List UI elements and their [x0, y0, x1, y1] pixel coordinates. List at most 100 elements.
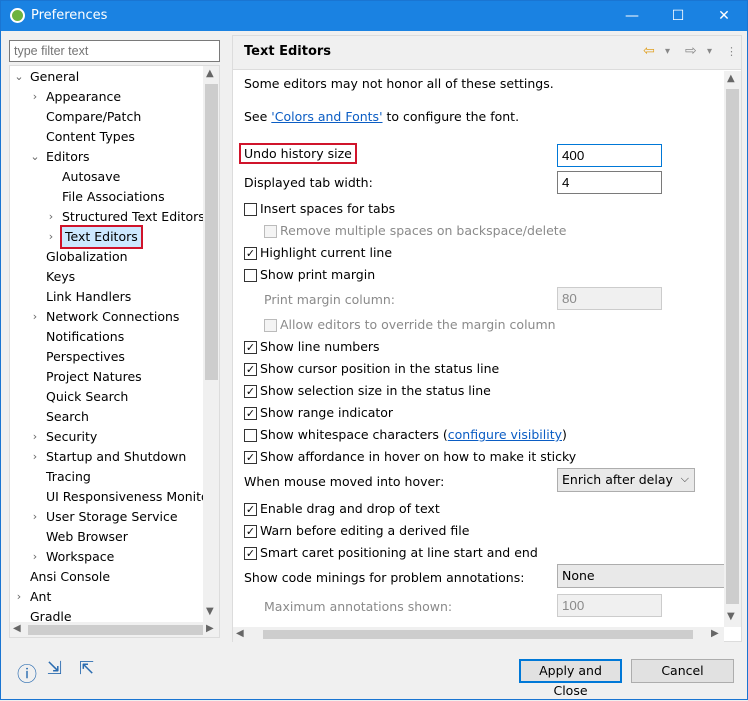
warn-derived-checkbox[interactable]: ✓: [244, 525, 257, 538]
expand-arrow-icon[interactable]: [30, 407, 40, 427]
show-print-margin-checkbox[interactable]: [244, 269, 257, 282]
tree-item[interactable]: Notifications: [10, 327, 202, 347]
colors-fonts-link[interactable]: 'Colors and Fonts': [271, 109, 382, 124]
page-scroll-down-icon[interactable]: ▼: [727, 611, 735, 622]
tree-item[interactable]: Tracing: [10, 467, 202, 487]
tree-item[interactable]: Compare/Patch: [10, 107, 202, 127]
expand-arrow-icon[interactable]: [30, 527, 40, 547]
expand-arrow-icon[interactable]: ›: [30, 87, 40, 107]
tree-item[interactable]: Ansi Console: [10, 567, 202, 587]
page-horizontal-scrollbar[interactable]: ◀ ▶: [233, 627, 724, 642]
tree-item[interactable]: ⌄ Editors: [10, 147, 202, 167]
tree-vertical-scrollbar[interactable]: ▲ ▼: [203, 66, 219, 622]
undo-history-input[interactable]: [557, 144, 662, 167]
filter-input[interactable]: [9, 40, 220, 62]
expand-arrow-icon[interactable]: ›: [14, 587, 24, 607]
page-scroll-thumb[interactable]: [726, 89, 739, 604]
tree-item[interactable]: Link Handlers: [10, 287, 202, 307]
tree-item[interactable]: › Structured Text Editors: [10, 207, 205, 227]
expand-arrow-icon[interactable]: ›: [30, 307, 40, 327]
help-icon[interactable]: ⓘ: [17, 658, 37, 686]
show-range-checkbox[interactable]: ✓: [244, 407, 257, 420]
expand-arrow-icon[interactable]: [30, 267, 40, 287]
page-menu-icon[interactable]: ⋮: [726, 45, 737, 58]
back-menu-icon[interactable]: ▾: [665, 46, 670, 57]
expand-arrow-icon[interactable]: [30, 387, 40, 407]
expand-arrow-icon[interactable]: [30, 487, 40, 507]
expand-arrow-icon[interactable]: ›: [30, 507, 40, 527]
page-scroll-up-icon[interactable]: ▲: [727, 73, 735, 84]
close-button[interactable]: ✕: [701, 1, 747, 31]
cancel-button[interactable]: Cancel: [631, 659, 734, 683]
drag-drop-checkbox[interactable]: ✓: [244, 503, 257, 516]
tree-item[interactable]: Search: [10, 407, 202, 427]
forward-menu-icon[interactable]: ▾: [707, 46, 712, 57]
tree-item[interactable]: › Security: [10, 427, 202, 447]
expand-arrow-icon[interactable]: [46, 187, 56, 207]
expand-arrow-icon[interactable]: [30, 107, 40, 127]
expand-arrow-icon[interactable]: ›: [30, 547, 40, 567]
expand-arrow-icon[interactable]: ›: [46, 227, 56, 247]
expand-arrow-icon[interactable]: ›: [30, 447, 40, 467]
smart-caret-checkbox[interactable]: ✓: [244, 547, 257, 560]
tree-item[interactable]: › User Storage Service: [10, 507, 202, 527]
tree-item[interactable]: ⌄ General: [10, 67, 202, 87]
import-icon[interactable]: ⇲: [47, 658, 62, 682]
maximize-button[interactable]: ☐: [655, 1, 701, 31]
forward-arrow-icon[interactable]: ⇨: [685, 43, 697, 59]
highlight-line-checkbox[interactable]: ✓: [244, 247, 257, 260]
tree-item[interactable]: › Startup and Shutdown: [10, 447, 202, 467]
expand-arrow-icon[interactable]: [30, 287, 40, 307]
tree-scroll-thumb[interactable]: [205, 84, 218, 380]
tree-item[interactable]: File Associations: [10, 187, 202, 207]
page-scroll-left-icon[interactable]: ◀: [236, 628, 244, 639]
configure-visibility-link[interactable]: configure visibility: [448, 427, 562, 442]
expand-arrow-icon[interactable]: [30, 127, 40, 147]
scroll-left-icon[interactable]: ◀: [13, 623, 21, 634]
expand-arrow-icon[interactable]: [30, 467, 40, 487]
tree-item[interactable]: Project Natures: [10, 367, 202, 387]
show-affordance-checkbox[interactable]: ✓: [244, 451, 257, 464]
show-whitespace-checkbox[interactable]: [244, 429, 257, 442]
tree-item[interactable]: Globalization: [10, 247, 202, 267]
expand-arrow-icon[interactable]: ⌄: [30, 147, 40, 167]
scroll-up-icon[interactable]: ▲: [206, 68, 214, 79]
tree-item[interactable]: › Text Editors: [10, 225, 202, 249]
tree-item[interactable]: › Network Connections: [10, 307, 202, 327]
expand-arrow-icon[interactable]: [14, 567, 24, 587]
allow-override-checkbox[interactable]: [264, 319, 277, 332]
print-margin-column-input[interactable]: [557, 287, 662, 310]
minimize-button[interactable]: —: [609, 1, 655, 31]
remove-spaces-checkbox[interactable]: [264, 225, 277, 238]
expand-arrow-icon[interactable]: ›: [46, 207, 56, 227]
expand-arrow-icon[interactable]: [30, 367, 40, 387]
tree-hscroll-thumb[interactable]: [28, 625, 203, 635]
tree-item[interactable]: › Ant: [10, 587, 202, 607]
show-line-numbers-checkbox[interactable]: ✓: [244, 341, 257, 354]
apply-and-close-button[interactable]: Apply and Close: [519, 659, 622, 698]
tree-item[interactable]: Perspectives: [10, 347, 202, 367]
tree-item[interactable]: Keys: [10, 267, 202, 287]
page-hscroll-thumb[interactable]: [263, 630, 693, 639]
expand-arrow-icon[interactable]: [30, 327, 40, 347]
tree-item[interactable]: Autosave: [10, 167, 202, 187]
hover-select[interactable]: Enrich after delay ⌵: [557, 468, 695, 492]
show-selection-size-checkbox[interactable]: ✓: [244, 385, 257, 398]
expand-arrow-icon[interactable]: [46, 167, 56, 187]
tree-item[interactable]: UI Responsiveness Monitoring: [10, 487, 219, 507]
page-scroll-right-icon[interactable]: ▶: [711, 628, 719, 639]
scroll-right-icon[interactable]: ▶: [206, 623, 214, 634]
tree-horizontal-scrollbar[interactable]: ◀ ▶: [10, 622, 219, 637]
expand-arrow-icon[interactable]: ⌄: [14, 67, 24, 87]
tree-item[interactable]: Web Browser: [10, 527, 202, 547]
export-icon[interactable]: ⇱: [79, 658, 94, 682]
show-cursor-pos-checkbox[interactable]: ✓: [244, 363, 257, 376]
expand-arrow-icon[interactable]: [30, 347, 40, 367]
tree-item[interactable]: › Workspace: [10, 547, 202, 567]
page-vertical-scrollbar[interactable]: ▲ ▼: [724, 71, 741, 627]
scroll-down-icon[interactable]: ▼: [206, 606, 214, 617]
insert-spaces-checkbox[interactable]: [244, 203, 257, 216]
back-arrow-icon[interactable]: ⇦: [643, 43, 655, 59]
code-minings-select[interactable]: None: [557, 564, 727, 588]
tree-item[interactable]: Content Types: [10, 127, 202, 147]
